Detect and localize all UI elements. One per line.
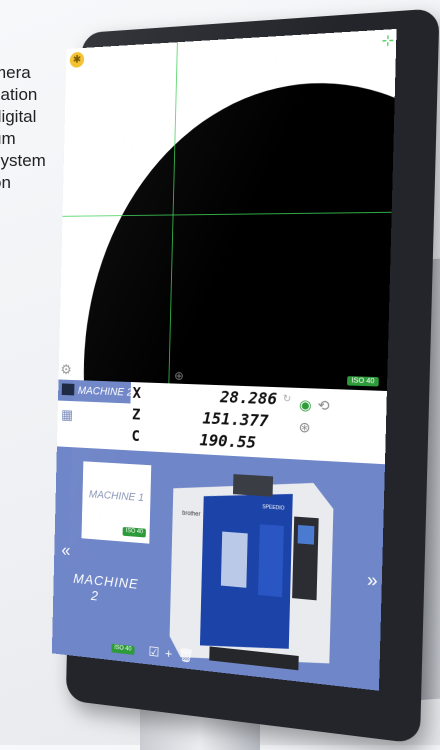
- delete-icon[interactable]: 🗑: [178, 647, 194, 664]
- previous-icon[interactable]: «: [61, 540, 70, 561]
- next-icon[interactable]: »: [367, 570, 378, 593]
- machine-list-pane: MACHINE 1 ISO 40 « MACHINE 2 ISO 40 brot…: [51, 446, 385, 691]
- iso-badge: ISO 40: [347, 376, 379, 387]
- header-tools: ◉ ⟲ ⊛: [294, 396, 378, 451]
- machine-icon: [61, 383, 75, 396]
- machine-card-label: MACHINE 1: [88, 488, 145, 505]
- machine-brand: brother: [182, 511, 200, 518]
- axis-value: 190.55: [199, 430, 257, 453]
- iso-badge: ISO 40: [111, 643, 135, 655]
- axis-value: 28.286: [219, 387, 278, 409]
- light-toggle-icon[interactable]: ⊹: [381, 31, 394, 50]
- zoom-icon[interactable]: ⊛: [298, 419, 310, 437]
- machine-panel: [258, 524, 284, 598]
- machine-card-2[interactable]: MACHINE 2: [73, 570, 139, 607]
- camera-image: [77, 71, 397, 391]
- lightbulb-icon[interactable]: ✱: [69, 51, 85, 68]
- axis-letter: Z: [131, 405, 141, 424]
- bg-text-line: digital: [0, 107, 37, 126]
- status-icon[interactable]: ◉: [299, 396, 312, 414]
- machine-top: [232, 474, 274, 497]
- machine-window: [220, 531, 248, 588]
- reset-icon[interactable]: ↻: [283, 393, 292, 405]
- axis-readout: X 28.286 ↻ Z 151.377 C 190.55: [131, 382, 308, 460]
- machine-selector[interactable]: MACHINE 2: [58, 379, 131, 404]
- camera-view[interactable]: ✱ ⊹ ⚙ ⊕ ISO 40: [58, 28, 397, 391]
- machine-card-1[interactable]: MACHINE 1 ISO 40: [81, 461, 152, 544]
- bg-text-line: on: [0, 173, 11, 192]
- bg-text-line: mera: [0, 63, 31, 82]
- tablet-screen: ✱ ⊹ ⚙ ⊕ ISO 40 MACHINE 2 ▦ X 28.286 ↻ Z …: [51, 28, 397, 691]
- axis-value: 151.377: [202, 408, 269, 431]
- rotate-icon[interactable]: ⟲: [317, 397, 330, 415]
- machine-name: MACHINE 2: [77, 384, 131, 399]
- background-text: mera cation digital um system on: [0, 62, 46, 194]
- target-icon[interactable]: ⊕: [174, 369, 184, 383]
- edit-icon[interactable]: ☑: [148, 644, 159, 660]
- iso-badge: ISO 40: [122, 526, 146, 538]
- bg-text-line: cation: [0, 85, 38, 104]
- bg-text-line: um: [0, 129, 16, 148]
- machine-thumbnail-icon[interactable]: ▦: [61, 406, 73, 423]
- control-screen: [297, 524, 315, 545]
- bg-text-line: system: [0, 151, 46, 170]
- axis-letter: X: [132, 384, 142, 402]
- settings-icon[interactable]: ⚙: [60, 361, 72, 378]
- add-icon[interactable]: +: [165, 646, 173, 662]
- axis-letter: C: [131, 426, 141, 446]
